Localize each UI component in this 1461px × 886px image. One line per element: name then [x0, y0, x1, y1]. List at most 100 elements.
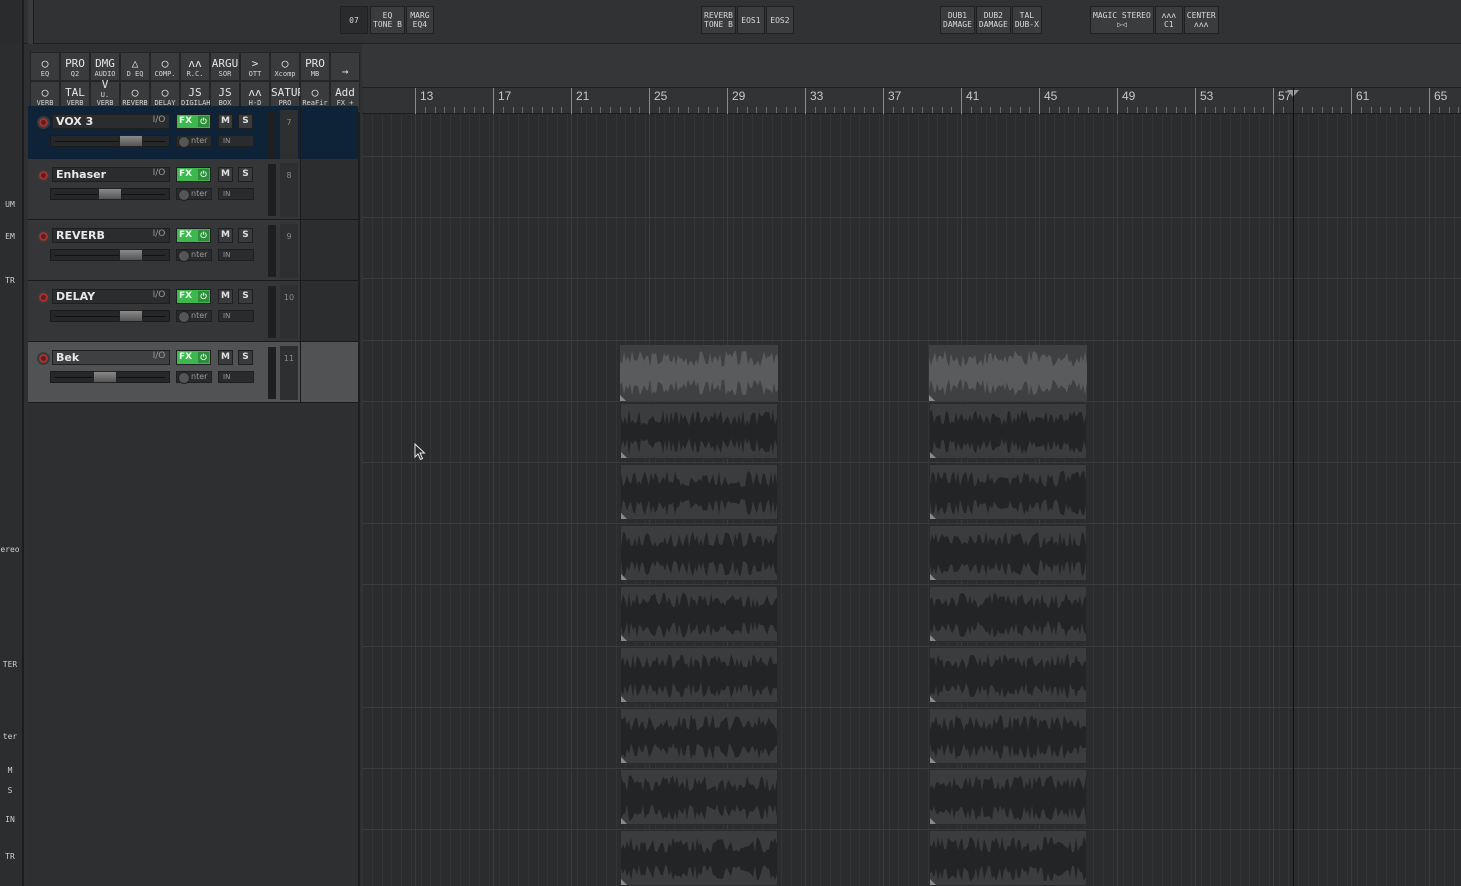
item-fade-handle[interactable]: [621, 696, 627, 702]
media-item[interactable]: [620, 464, 778, 520]
fx-bypass-icon[interactable]: ⏻: [198, 230, 209, 241]
media-item[interactable]: [620, 403, 778, 459]
input-select-button[interactable]: IN: [218, 249, 254, 261]
ruler-bar-marker[interactable]: 41: [961, 88, 979, 114]
io-button[interactable]: I/O: [148, 114, 170, 129]
fx-bypass-icon[interactable]: ⏻: [198, 116, 209, 127]
media-item[interactable]: [620, 525, 778, 581]
ruler-bar-marker[interactable]: 49: [1117, 88, 1135, 114]
input-select-button[interactable]: IN: [218, 135, 254, 147]
item-fade-handle[interactable]: [930, 879, 936, 885]
mute-button[interactable]: M: [218, 289, 233, 304]
arrange-view[interactable]: [362, 88, 1461, 886]
io-button[interactable]: I/O: [148, 289, 170, 304]
input-select-button[interactable]: IN: [218, 188, 254, 200]
fx-button[interactable]: FX ⏻: [176, 167, 211, 182]
fx-button[interactable]: FX ⏻: [176, 114, 211, 129]
ruler-bar-marker[interactable]: 53: [1195, 88, 1213, 114]
media-item[interactable]: [929, 586, 1087, 642]
ruler-bar-marker[interactable]: 57: [1273, 88, 1291, 114]
input-select-button[interactable]: IN: [218, 310, 254, 322]
plugin-button-dub-2[interactable]: TAL DUB-X: [1011, 6, 1042, 34]
item-fade-handle[interactable]: [930, 513, 936, 519]
solo-button[interactable]: S: [238, 167, 253, 182]
solo-button[interactable]: S: [238, 350, 253, 365]
media-item[interactable]: [929, 345, 1087, 401]
item-fade-handle[interactable]: [621, 879, 627, 885]
media-item[interactable]: [929, 830, 1087, 886]
fx-bypass-icon[interactable]: ⏻: [198, 352, 209, 363]
item-fade-handle[interactable]: [930, 696, 936, 702]
plugin-button-reverb-1[interactable]: EOS1: [736, 6, 765, 34]
fx-toolbar-button-9[interactable]: PRO MB: [300, 52, 330, 81]
media-item[interactable]: [620, 830, 778, 886]
item-fade-handle[interactable]: [620, 395, 626, 401]
item-fade-handle[interactable]: [621, 452, 627, 458]
item-fade-handle[interactable]: [621, 635, 627, 641]
volume-fader[interactable]: [50, 249, 170, 261]
pan-knob[interactable]: nter: [176, 371, 212, 384]
record-arm-button[interactable]: [37, 352, 50, 365]
fx-button[interactable]: FX ⏻: [176, 289, 211, 304]
volume-fader-knob[interactable]: [98, 188, 122, 200]
item-fade-handle[interactable]: [930, 635, 936, 641]
fx-toolbar-button-8[interactable]: ◯ Xcomp: [270, 52, 300, 81]
mute-button[interactable]: M: [218, 114, 233, 129]
volume-fader[interactable]: [50, 135, 170, 147]
pan-knob[interactable]: nter: [176, 310, 212, 323]
fx-button[interactable]: FX ⏻: [176, 350, 211, 365]
fx-toolbar-button-0[interactable]: ◯ EQ: [30, 52, 60, 81]
pan-knob[interactable]: nter: [176, 188, 212, 201]
track-bek[interactable]: Bek I/O FX ⏻ M Snter IN 11: [28, 342, 358, 403]
record-arm-button[interactable]: [37, 230, 50, 243]
fx-button[interactable]: FX ⏻: [176, 228, 211, 243]
io-button[interactable]: I/O: [148, 228, 170, 243]
record-arm-button[interactable]: [37, 116, 50, 129]
media-item[interactable]: [929, 708, 1087, 764]
item-fade-handle[interactable]: [930, 452, 936, 458]
fx-bypass-icon[interactable]: ⏻: [198, 291, 209, 302]
pan-knob[interactable]: nter: [176, 249, 212, 262]
volume-fader[interactable]: [50, 188, 170, 200]
fx-toolbar-button-10[interactable]: →: [330, 52, 360, 81]
plugin-button-eq-1[interactable]: MARG EQ4: [405, 6, 434, 34]
ruler-bar-marker[interactable]: 61: [1351, 88, 1369, 114]
volume-fader[interactable]: [50, 371, 170, 383]
item-fade-handle[interactable]: [621, 757, 627, 763]
item-fade-handle[interactable]: [930, 818, 936, 824]
record-arm-button[interactable]: [37, 169, 50, 182]
plugin-button-eq-0[interactable]: EQ TONE B: [370, 6, 405, 34]
ruler-bar-marker[interactable]: 17: [493, 88, 511, 114]
item-fade-handle[interactable]: [930, 574, 936, 580]
media-item[interactable]: [929, 647, 1087, 703]
fx-toolbar-button-6[interactable]: ARGU SOR: [210, 52, 240, 81]
track-reverb[interactable]: REVERB I/O FX ⏻ M Snter IN 9: [28, 220, 358, 281]
item-fade-handle[interactable]: [929, 395, 935, 401]
record-arm-button[interactable]: [37, 291, 50, 304]
fx-toolbar-button-5[interactable]: ᴧᴧ R.C.: [180, 52, 210, 81]
plugin-button-dub-1[interactable]: DUB2 DAMAGE: [975, 6, 1011, 34]
solo-button[interactable]: S: [238, 289, 253, 304]
solo-button[interactable]: S: [238, 114, 253, 129]
ruler-bar-marker[interactable]: 45: [1039, 88, 1057, 114]
media-item[interactable]: [929, 464, 1087, 520]
media-item[interactable]: [620, 769, 778, 825]
plugin-button-reverb-2[interactable]: EOS2: [765, 6, 794, 34]
volume-fader-knob[interactable]: [93, 371, 117, 383]
plugin-button-stereo-1[interactable]: ᴧᴧᴧ C1: [1154, 6, 1183, 34]
input-select-button[interactable]: IN: [218, 371, 254, 383]
ruler-bar-marker[interactable]: 13: [415, 88, 433, 114]
item-fade-handle[interactable]: [930, 757, 936, 763]
media-item[interactable]: [929, 403, 1087, 459]
fx-toolbar-button-4[interactable]: ◯ COMP.: [150, 52, 180, 81]
ruler-bar-marker[interactable]: 29: [727, 88, 745, 114]
ruler-bar-marker[interactable]: 37: [883, 88, 901, 114]
media-item[interactable]: [929, 525, 1087, 581]
mute-button[interactable]: M: [218, 350, 233, 365]
ruler-bar-marker[interactable]: 65: [1429, 88, 1447, 114]
ruler-bar-marker[interactable]: 33: [805, 88, 823, 114]
item-fade-handle[interactable]: [621, 574, 627, 580]
solo-button[interactable]: S: [238, 228, 253, 243]
track-vox-3[interactable]: VOX 3 I/O FX ⏻ M Snter IN 7: [28, 106, 358, 167]
media-item[interactable]: [620, 345, 778, 401]
